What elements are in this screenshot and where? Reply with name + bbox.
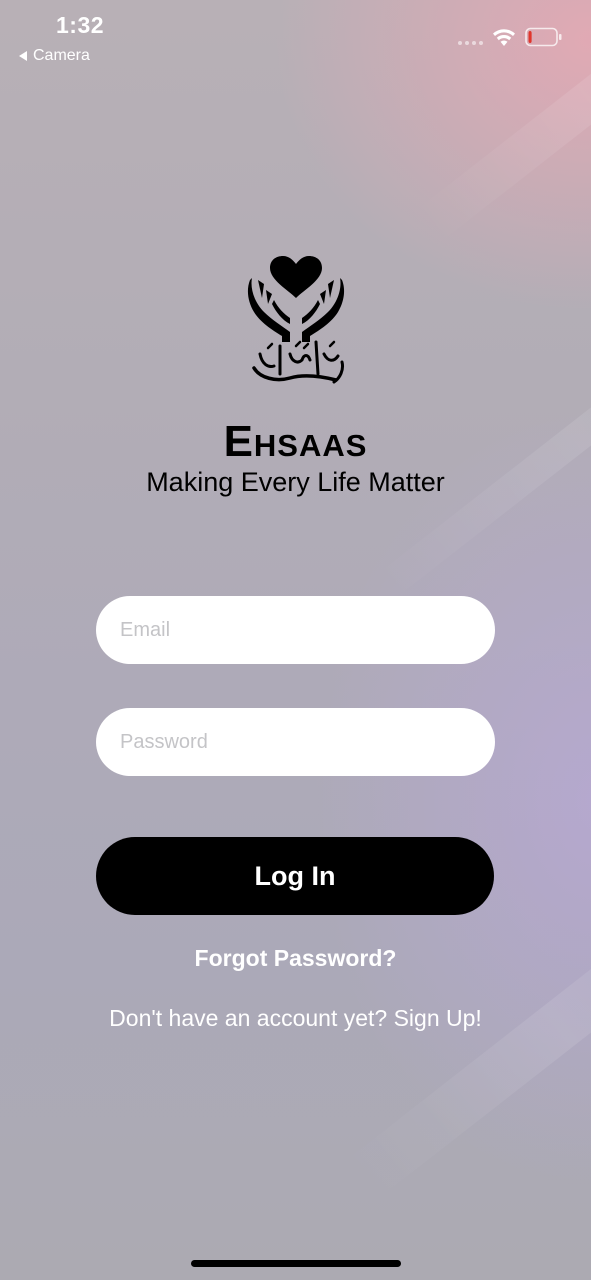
back-arrow-icon <box>19 51 27 61</box>
back-to-camera-link[interactable]: Camera <box>19 47 90 65</box>
battery-icon <box>525 27 562 47</box>
wifi-icon <box>493 29 515 46</box>
home-indicator[interactable] <box>191 1260 401 1267</box>
app-name: Ehsaas <box>223 417 368 466</box>
login-screen: 1:32 Camera Ehsaas Making Every Life Mat… <box>0 0 591 1280</box>
sign-up-link[interactable]: Don't have an account yet? Sign Up! <box>0 1005 591 1032</box>
tagline: Making Every Life Matter <box>146 467 445 497</box>
heart-in-hands-logo-icon <box>247 256 345 384</box>
email-field[interactable] <box>96 596 495 664</box>
password-field[interactable] <box>96 708 495 776</box>
status-time: 1:32 <box>56 12 105 38</box>
forgot-password-link[interactable]: Forgot Password? <box>0 945 591 972</box>
cellular-signal-icon <box>458 41 483 45</box>
back-label: Camera <box>33 47 90 64</box>
log-in-button[interactable]: Log In <box>96 837 494 915</box>
